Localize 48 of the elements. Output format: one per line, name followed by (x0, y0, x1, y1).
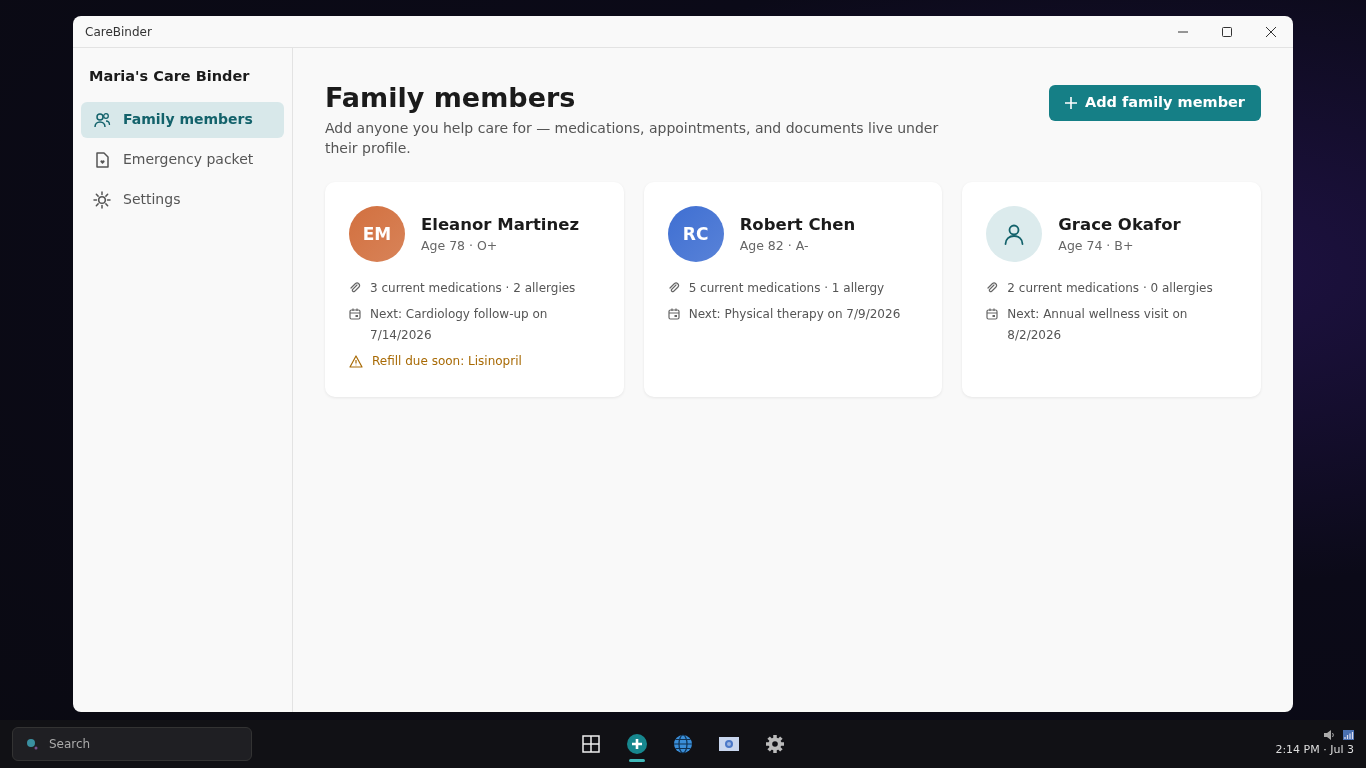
info-text: Next: Annual wellness visit on 8/2/2026 (1007, 306, 1189, 345)
info-text: 3 current medications · 2 allergies (370, 280, 576, 298)
calendar-icon (986, 308, 999, 321)
member-name: Grace Okafor (1058, 213, 1181, 236)
settings-icon (93, 190, 111, 209)
grid-icon (582, 735, 600, 753)
sidebar-title: Maria's Care Binder (88, 67, 251, 86)
member-card[interactable]: RC Robert Chen Age 82 · A- 5 current medications · 1 allergy Next: Physical therapy on 7/9/2026 (643, 182, 943, 398)
calendar-icon (667, 308, 680, 321)
sidebar-item[interactable]: Family members (81, 101, 284, 138)
gear-icon (765, 734, 785, 754)
member-card[interactable]: EM Eleanor Martinez Age 78 · O+ 3 current medications · 2 allergies Next: Cardiology follow-up on 7/14/2026 Refill due soon: Lisinopril (325, 182, 624, 398)
plus-icon (1064, 97, 1077, 109)
info-text: Next: Cardiology follow-up on 7/14/2026 (370, 306, 549, 345)
globe-icon (673, 734, 693, 754)
info-text: 2 current medications · 0 allergies (1007, 280, 1213, 298)
info-text: 5 current medications · 1 allergy (688, 280, 885, 298)
member-details: Age 74 · B+ (1058, 237, 1135, 256)
info-text: Next: Physical therapy on 7/9/2026 (688, 306, 901, 324)
member-card[interactable]: Grace Okafor Age 74 · B+ 2 current medications · 0 allergies Next: Annual wellness visit on 8/2/2026 (962, 182, 1261, 398)
page-title: Family members (325, 82, 577, 115)
window-title: CareBinder (85, 23, 152, 41)
clock: 2:14 PM · Jul 3 (1275, 741, 1354, 758)
photo-icon (719, 737, 739, 751)
paperclip-icon (986, 282, 999, 295)
member-name: Robert Chen (739, 213, 856, 236)
warning-text: Refill due soon: Lisinopril (372, 353, 522, 371)
page-subtitle: Add anyone you help care for — medications, appointments, and documents live under their profile. (325, 119, 940, 159)
add-member-button[interactable]: Add family member (1048, 85, 1261, 121)
paperclip-icon (349, 282, 361, 295)
people-icon (93, 110, 111, 129)
warning-icon (349, 355, 363, 369)
search-field[interactable]: Search (12, 727, 252, 761)
member-details: Age 82 · A- (739, 237, 810, 256)
signal-icon (1343, 729, 1354, 740)
sidebar-item[interactable]: Settings (81, 181, 284, 218)
speaker-icon (1324, 729, 1335, 740)
document-icon (93, 150, 111, 169)
close-icon (1266, 26, 1276, 37)
member-name: Eleanor Martinez (421, 213, 579, 236)
member-details: Age 78 · O+ (421, 237, 499, 256)
avatar: RC (667, 206, 724, 263)
maximize-icon (1222, 26, 1232, 37)
plus-icon (627, 734, 647, 754)
sidebar-item[interactable]: Emergency packet (81, 141, 284, 178)
calendar-icon (349, 308, 361, 321)
avatar: EM (349, 206, 405, 263)
paperclip-icon (667, 282, 680, 295)
